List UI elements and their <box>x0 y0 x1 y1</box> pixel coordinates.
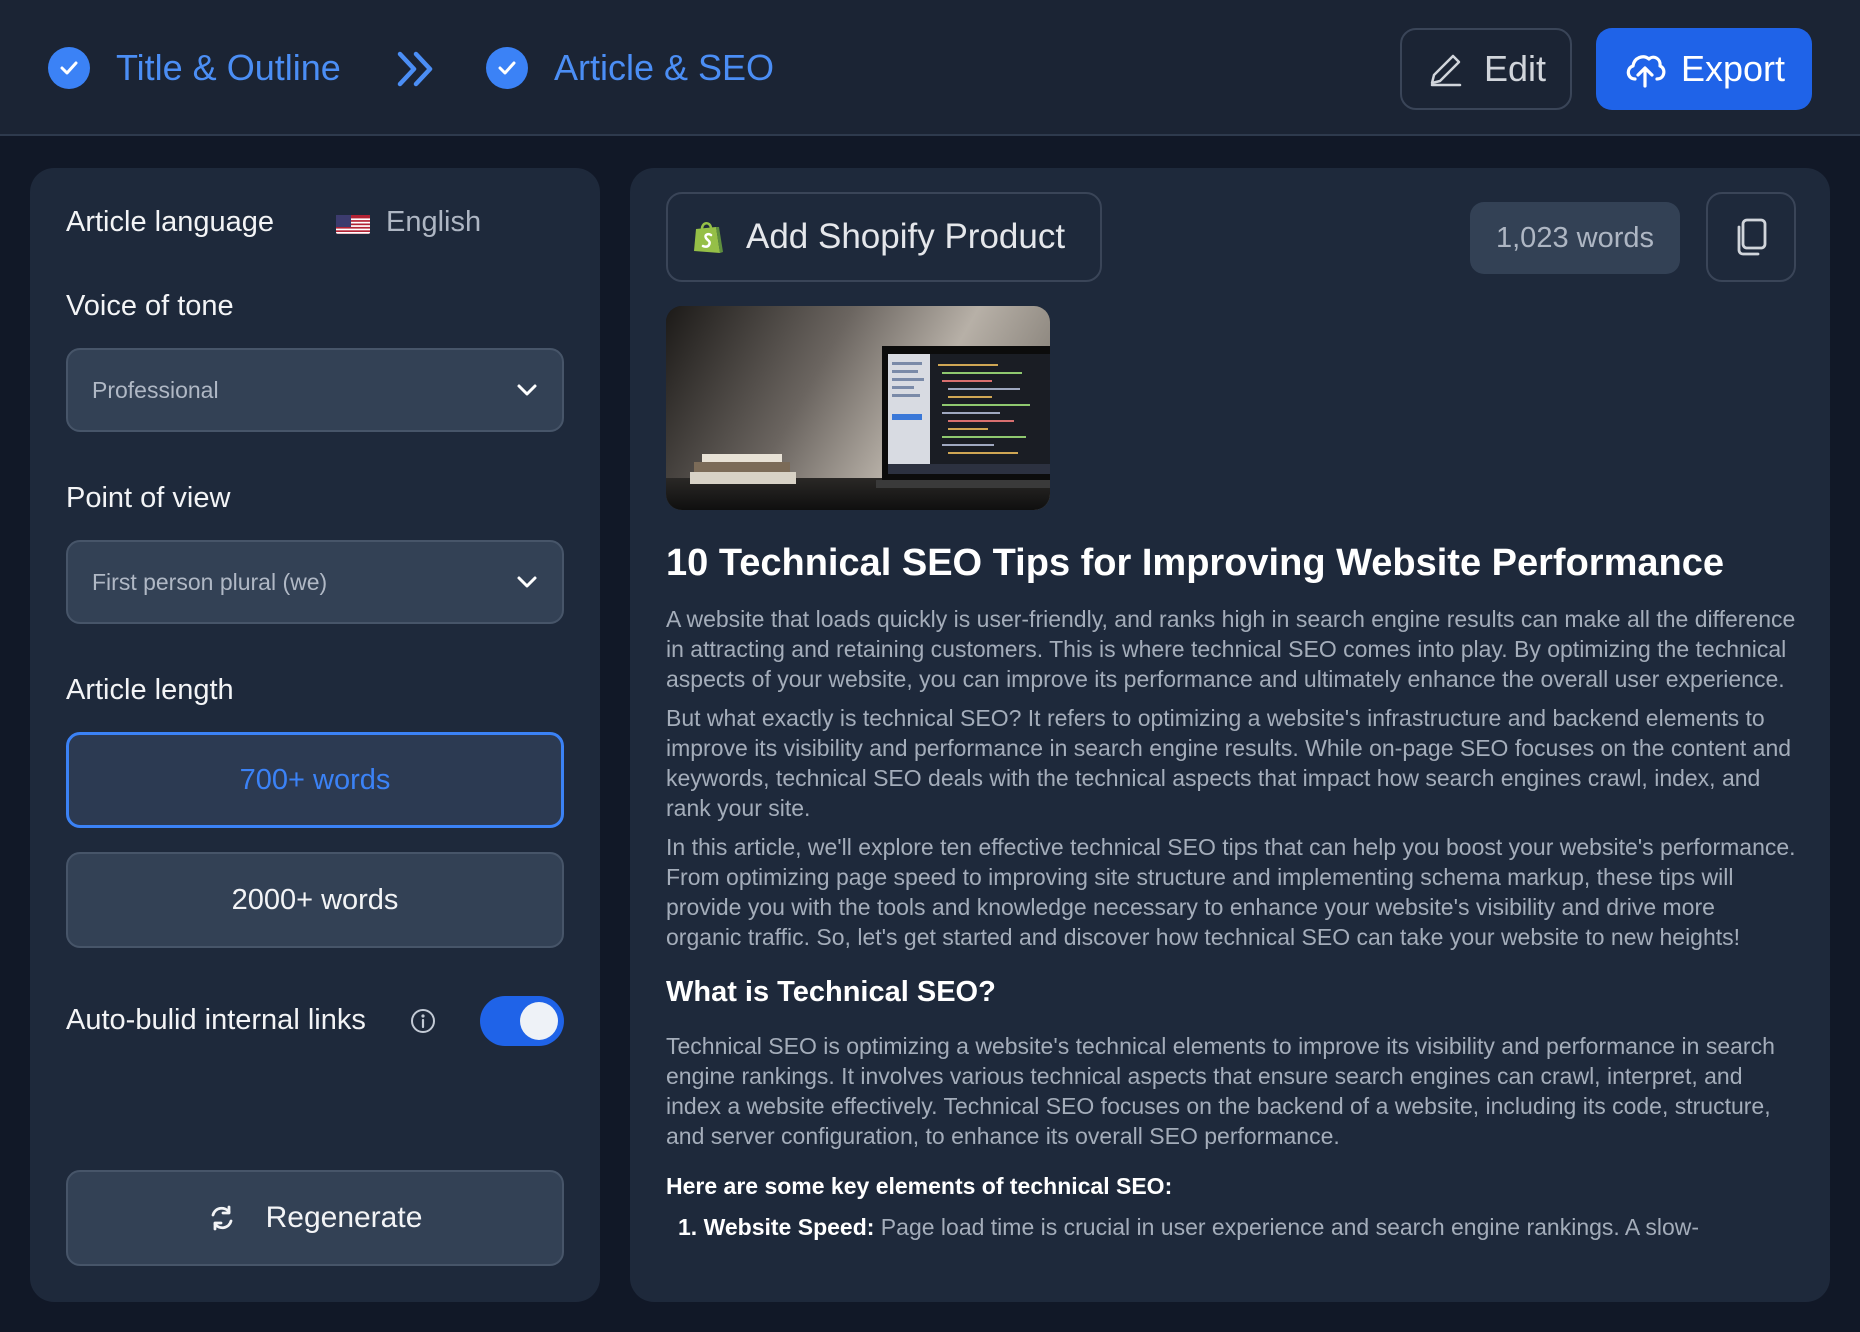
tone-label: Voice of tone <box>66 290 234 322</box>
language-label: Article language <box>66 206 274 238</box>
list-item: 1. Website Speed: Page load time is cruc… <box>678 1212 1796 1242</box>
chevron-down-icon <box>517 576 537 588</box>
length-option-label: 700+ words <box>239 763 391 796</box>
us-flag-icon <box>336 212 370 234</box>
section-heading: What is Technical SEO? <box>666 976 996 1008</box>
export-button[interactable]: Export <box>1596 28 1812 110</box>
article-content: 10 Technical SEO Tips for Improving Webs… <box>666 538 1796 1242</box>
copy-button[interactable] <box>1706 192 1796 282</box>
language-selector[interactable]: English <box>336 206 481 239</box>
regenerate-label: Regenerate <box>265 1201 423 1234</box>
cloud-upload-icon <box>1626 55 1666 88</box>
article-paragraph: Technical SEO is optimizing a website's … <box>666 1033 1775 1149</box>
check-icon <box>486 47 528 89</box>
length-label: Article length <box>66 674 234 706</box>
shopify-bag-icon <box>694 222 723 253</box>
toggle-knob <box>520 1002 558 1040</box>
regenerate-button[interactable]: Regenerate <box>66 1170 564 1266</box>
article-panel: Add Shopify Product 1,023 words 10 Techn… <box>630 168 1830 1302</box>
list-item-text: Page load time is crucial in user experi… <box>874 1214 1700 1240</box>
check-icon <box>48 47 90 89</box>
word-count-value: 1,023 words <box>1496 221 1654 254</box>
top-bar: Title & Outline Article & SEO Edit Expor… <box>0 0 1860 136</box>
length-option-2000[interactable]: 2000+ words <box>66 852 564 948</box>
pencil-icon <box>1430 54 1462 87</box>
shopify-label: Add Shopify Product <box>746 217 1066 256</box>
edit-label: Edit <box>1483 48 1547 89</box>
add-shopify-product-button[interactable]: Add Shopify Product <box>666 192 1102 282</box>
internal-links-label: Auto-bulid internal links <box>66 1004 366 1036</box>
pov-value: First person plural (we) <box>92 568 328 595</box>
pov-select[interactable]: First person plural (we) <box>66 540 564 624</box>
internal-links-toggle[interactable] <box>480 996 564 1046</box>
article-title: 10 Technical SEO Tips for Improving Webs… <box>666 542 1724 584</box>
list-item-number: 1. <box>678 1214 704 1240</box>
article-paragraph: In this article, we'll explore ten effec… <box>666 834 1796 950</box>
key-elements-list: 1. Website Speed: Page load time is cruc… <box>666 1212 1796 1242</box>
export-label: Export <box>1680 48 1786 89</box>
copy-icon <box>1737 218 1767 256</box>
double-chevron-right-icon <box>397 51 433 87</box>
edit-button[interactable]: Edit <box>1400 28 1572 110</box>
info-icon[interactable] <box>410 1008 436 1034</box>
refresh-icon <box>211 1205 232 1231</box>
chevron-down-icon <box>517 384 537 396</box>
tone-select[interactable]: Professional <box>66 348 564 432</box>
step-article-seo[interactable]: Article & SEO <box>486 42 774 94</box>
list-item-term: Website Speed: <box>703 1214 875 1240</box>
length-option-700[interactable]: 700+ words <box>66 732 564 828</box>
pov-label: Point of view <box>66 482 231 514</box>
step-label: Article & SEO <box>554 47 775 88</box>
tone-value: Professional <box>92 376 219 403</box>
article-paragraph: A website that loads quickly is user-fri… <box>666 606 1796 692</box>
language-value: English <box>386 206 482 238</box>
settings-panel: Article language English Voice of tone P… <box>30 168 600 1302</box>
length-option-label: 2000+ words <box>231 883 399 916</box>
step-title-outline[interactable]: Title & Outline <box>48 42 341 94</box>
key-elements-heading: Here are some key elements of technical … <box>666 1173 1173 1199</box>
word-count-badge: 1,023 words <box>1470 202 1680 274</box>
article-hero-image <box>666 306 1050 510</box>
step-label: Title & Outline <box>116 47 341 88</box>
article-paragraph: But what exactly is technical SEO? It re… <box>666 705 1792 821</box>
